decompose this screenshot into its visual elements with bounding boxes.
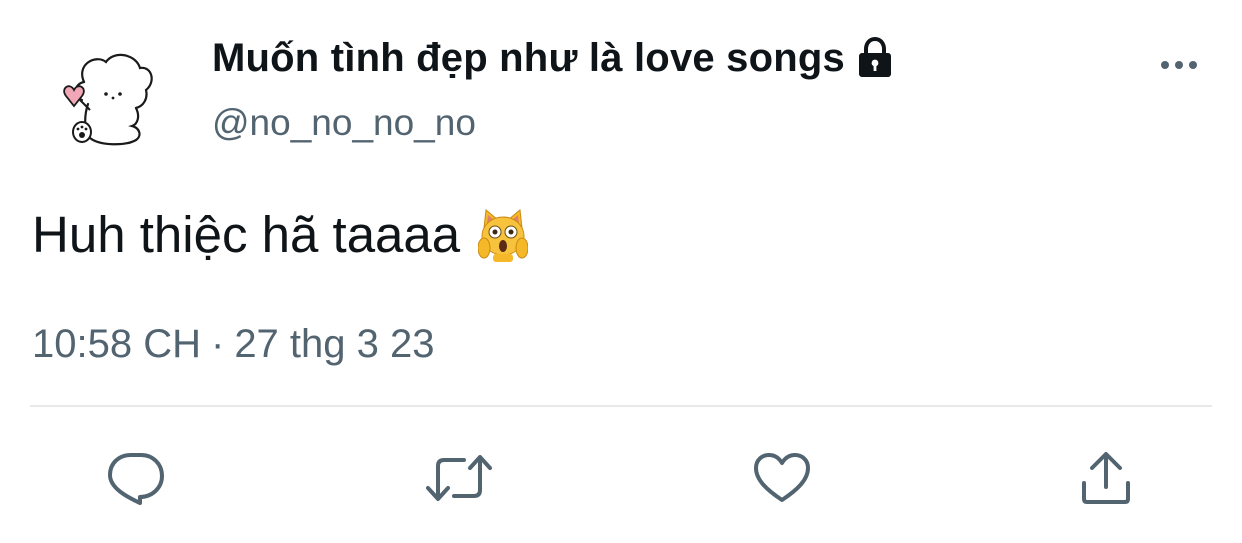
meta-separator: · [210,322,225,366]
share-icon [1082,452,1130,504]
screaming-cat-emoji-icon [478,208,529,262]
reply-button[interactable] [96,440,176,516]
display-name[interactable]: Muốn tình đẹp như là love songs [212,36,845,81]
like-button[interactable] [742,440,822,516]
puppy-avatar-icon [63,53,153,146]
tweet-text: Huh thiệc hã taaaa [32,205,529,264]
more-options-button[interactable] [1156,48,1202,82]
tweet-text-content: Huh thiệc hã taaaa [32,206,461,263]
divider [30,405,1212,407]
tweet-detail: Muốn tình đẹp như là love songs @no_no_n… [0,0,1242,543]
display-name-row[interactable]: Muốn tình đẹp như là love songs [212,32,895,84]
action-bar [0,440,1242,520]
tweet-timestamp[interactable]: 10:58 CH · 27 thg 3 23 [32,322,435,367]
heart-icon [754,453,810,502]
more-horizontal-icon [1161,61,1197,69]
tweet-date[interactable]: 27 thg 3 23 [234,322,434,366]
avatar[interactable] [44,36,166,158]
retweet-button[interactable] [419,440,499,516]
lock-icon [855,36,895,80]
retweet-icon [426,455,492,501]
share-button[interactable] [1066,440,1146,516]
tweet-time[interactable]: 10:58 CH [32,322,201,366]
user-handle[interactable]: @no_no_no_no [212,102,476,144]
reply-icon [108,453,164,505]
